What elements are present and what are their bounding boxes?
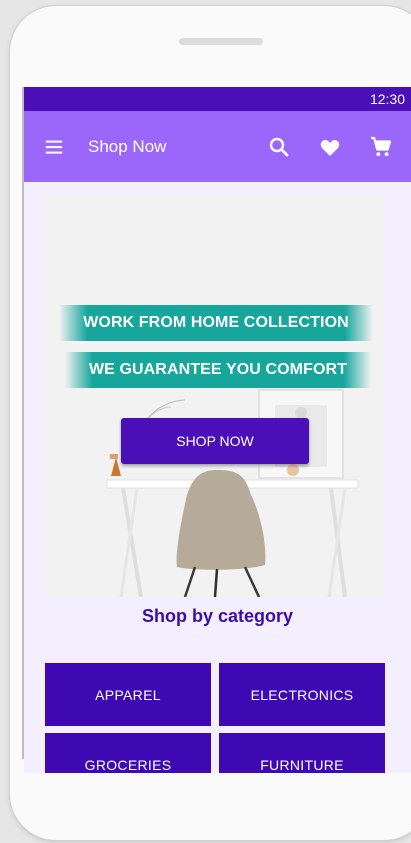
hero-headline: WORK FROM HOME COLLECTION bbox=[59, 305, 373, 341]
app-bar: Shop Now bbox=[24, 111, 411, 182]
app-bar-actions bbox=[267, 135, 393, 159]
hero-illustration bbox=[45, 195, 384, 597]
hero-banner: WORK FROM HOME COLLECTION WE GUARANTEE Y… bbox=[45, 195, 384, 597]
app-title: Shop Now bbox=[88, 136, 167, 156]
menu-icon[interactable] bbox=[42, 135, 66, 159]
cart-icon[interactable] bbox=[369, 135, 393, 159]
category-apparel[interactable]: APPAREL bbox=[45, 663, 211, 726]
search-icon[interactable] bbox=[267, 135, 291, 159]
category-section-title: Shop by category bbox=[141, 606, 294, 626]
status-time: 12:30 bbox=[369, 91, 405, 107]
speaker-grille bbox=[179, 38, 263, 45]
app-screen: 12:30 Shop Now WORK FROM HOME COLLECTION… bbox=[24, 87, 411, 773]
category-electronics[interactable]: ELECTRONICS bbox=[219, 663, 385, 726]
heart-icon[interactable] bbox=[318, 135, 342, 159]
category-furniture[interactable]: FURNITURE bbox=[219, 733, 385, 773]
device-frame: 12:30 Shop Now WORK FROM HOME COLLECTION… bbox=[0, 0, 411, 843]
hero-subheadline: WE GUARANTEE YOU COMFORT bbox=[65, 352, 371, 388]
status-bar: 12:30 bbox=[24, 87, 411, 111]
category-groceries[interactable]: GROCERIES bbox=[45, 733, 211, 773]
shop-now-button[interactable]: SHOP NOW bbox=[121, 418, 309, 464]
